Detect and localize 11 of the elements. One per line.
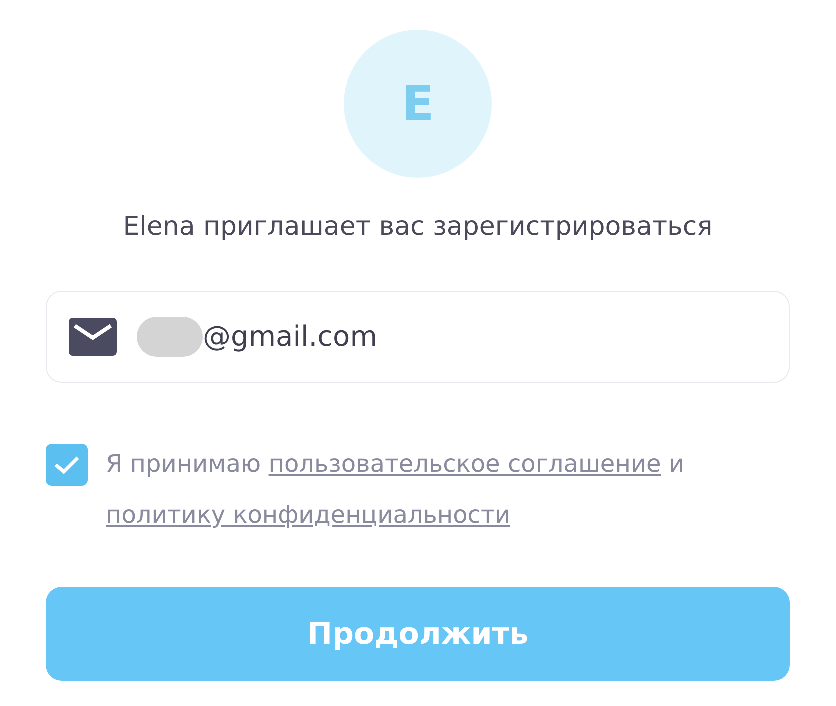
- email-value: @gmail.com: [203, 319, 378, 355]
- check-icon: [54, 455, 80, 475]
- consent-checkbox[interactable]: [46, 444, 88, 486]
- mail-icon: [69, 318, 117, 356]
- agreement-link[interactable]: политику конфиденциальности: [106, 501, 511, 529]
- continue-button[interactable]: Продолжить: [46, 587, 790, 681]
- email-field[interactable]: @gmail.com: [46, 291, 790, 383]
- agreement-link[interactable]: пользовательское соглашение: [268, 450, 662, 478]
- consent-text: Я принимаю пользовательское соглашение и политику конфиденциальности: [106, 449, 686, 531]
- avatar: E: [344, 30, 492, 178]
- invite-heading: Elena приглашает вас зарегистрироваться: [123, 211, 713, 244]
